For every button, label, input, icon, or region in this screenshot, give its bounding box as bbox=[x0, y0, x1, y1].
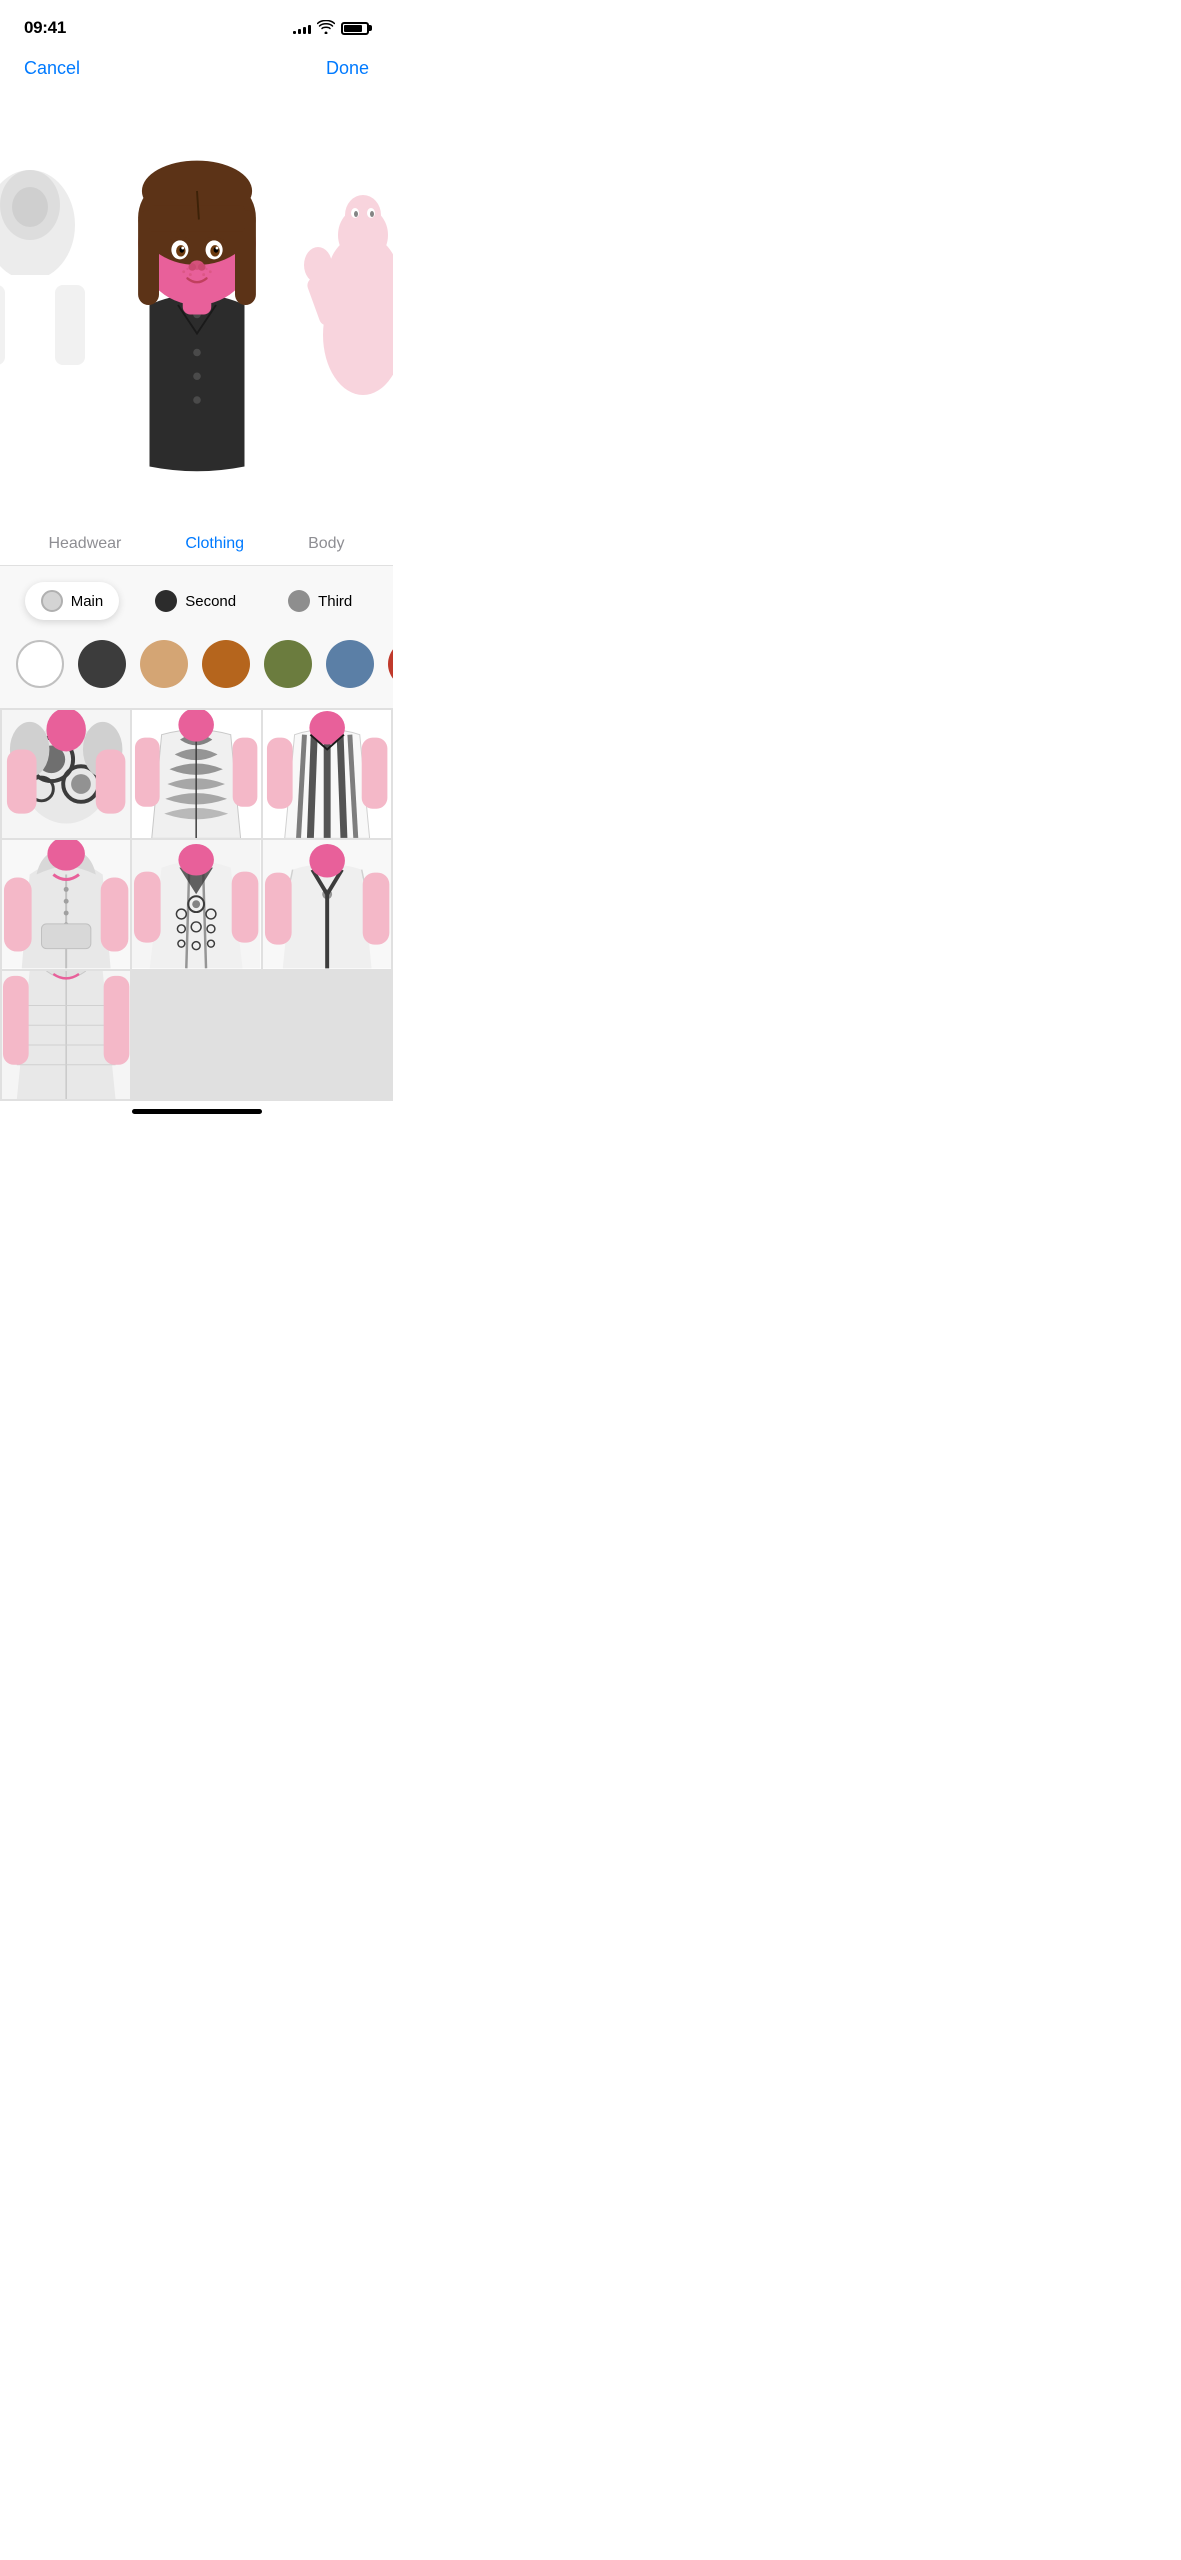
wifi-icon bbox=[317, 20, 335, 37]
avatar-preview bbox=[0, 95, 393, 515]
avatar-side-right bbox=[303, 175, 393, 455]
status-icons bbox=[293, 20, 369, 37]
clothing-item-1[interactable] bbox=[2, 710, 130, 838]
avatar-main bbox=[87, 115, 307, 495]
swatch-red[interactable] bbox=[388, 640, 393, 688]
status-time: 09:41 bbox=[24, 18, 66, 38]
done-button[interactable]: Done bbox=[326, 58, 369, 79]
tab-body[interactable]: Body bbox=[276, 527, 376, 565]
clothing-item-2[interactable] bbox=[132, 710, 260, 838]
third-color-dot bbox=[288, 590, 310, 612]
second-color-dot bbox=[155, 590, 177, 612]
swatch-dark-gray[interactable] bbox=[78, 640, 126, 688]
tab-headwear[interactable]: Headwear bbox=[16, 527, 153, 565]
color-type-second[interactable]: Second bbox=[139, 582, 252, 620]
color-type-third[interactable]: Third bbox=[272, 582, 368, 620]
home-bar bbox=[132, 1109, 262, 1114]
home-indicator bbox=[0, 1101, 393, 1118]
swatch-brown[interactable] bbox=[202, 640, 250, 688]
second-label: Second bbox=[185, 593, 236, 610]
color-selector-section: Main Second Third bbox=[0, 566, 393, 708]
status-bar: 09:41 bbox=[0, 0, 393, 50]
category-tabs: Headwear Clothing Body bbox=[0, 515, 393, 566]
color-type-row: Main Second Third bbox=[0, 582, 393, 632]
clothing-item-6[interactable] bbox=[263, 840, 391, 968]
clothing-item-3[interactable] bbox=[263, 710, 391, 838]
clothing-item-5[interactable] bbox=[132, 840, 260, 968]
battery-icon bbox=[341, 22, 369, 35]
nav-bar: Cancel Done bbox=[0, 50, 393, 95]
color-swatches-row bbox=[0, 632, 393, 700]
main-label: Main bbox=[71, 593, 104, 610]
swatch-blue-gray[interactable] bbox=[326, 640, 374, 688]
tab-clothing[interactable]: Clothing bbox=[153, 527, 276, 565]
third-label: Third bbox=[318, 593, 352, 610]
clothing-item-7[interactable] bbox=[2, 971, 130, 1099]
signal-icon bbox=[293, 22, 311, 34]
color-type-main[interactable]: Main bbox=[25, 582, 120, 620]
swatch-white[interactable] bbox=[16, 640, 64, 688]
avatar-side-left bbox=[0, 145, 90, 445]
cancel-button[interactable]: Cancel bbox=[24, 58, 80, 79]
swatch-tan[interactable] bbox=[140, 640, 188, 688]
main-color-dot bbox=[41, 590, 63, 612]
swatch-olive[interactable] bbox=[264, 640, 312, 688]
clothing-grid bbox=[0, 708, 393, 1101]
clothing-item-4[interactable] bbox=[2, 840, 130, 968]
